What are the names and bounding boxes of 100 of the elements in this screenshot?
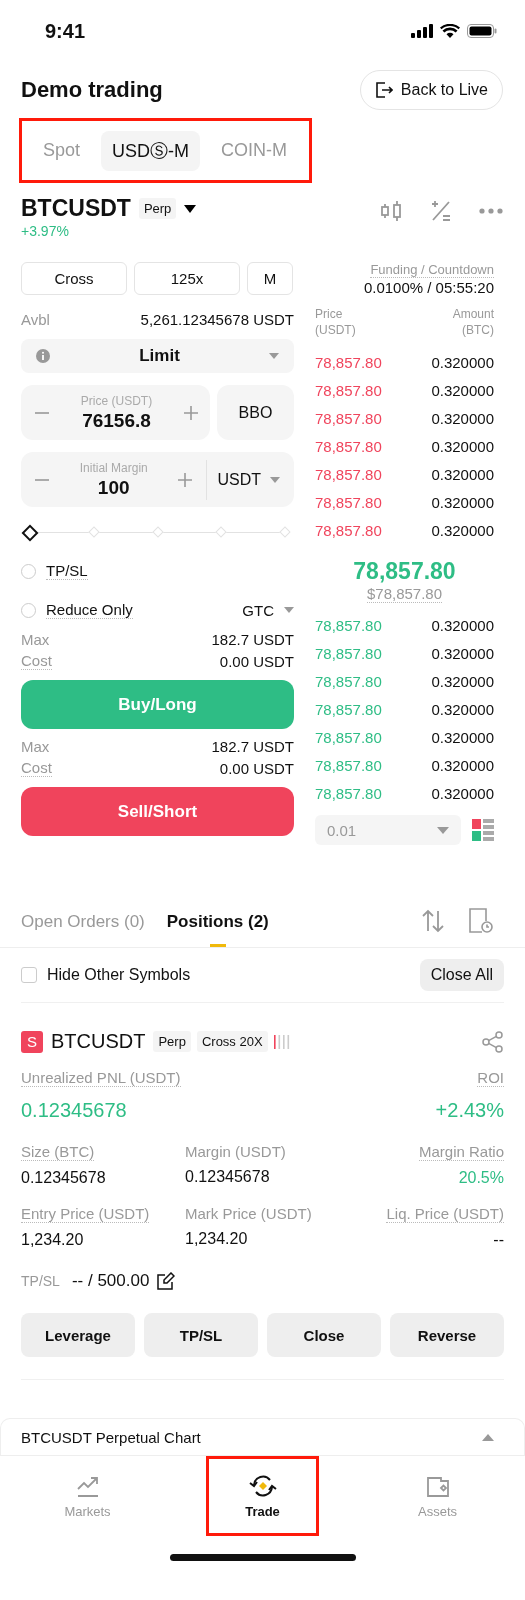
funding-value: 0.0100% / 05:55:20: [363, 279, 494, 296]
ask-price[interactable]: 78,857.80: [315, 521, 382, 539]
ask-amount: 0.320000: [431, 521, 494, 539]
swap-icon: [248, 1473, 277, 1498]
bid-amount: 0.320000: [431, 756, 494, 774]
checkbox[interactable]: [21, 967, 37, 983]
asset-mode-button[interactable]: M: [247, 262, 293, 295]
side-badge: S: [21, 1030, 43, 1053]
ask-price[interactable]: 78,857.80: [315, 381, 382, 399]
status-time: 9:41: [45, 19, 86, 43]
cost-value: 0.00 USDT: [219, 652, 294, 670]
position-tag: Cross 20X: [196, 1031, 268, 1052]
chart-bar[interactable]: BTCUSDT Perpetual Chart: [0, 1418, 525, 1455]
field-value: 0.12345678: [185, 1168, 270, 1186]
caret-icon: [482, 1433, 494, 1441]
max-value: 182.7 USDT: [211, 737, 294, 755]
symbol-name[interactable]: BTCUSDT: [21, 195, 131, 222]
position-action-button[interactable]: Close: [267, 1313, 381, 1357]
caret-icon: [284, 607, 294, 613]
position-action-button[interactable]: Leverage: [21, 1313, 135, 1357]
cost-value: 0.00 USDT: [219, 759, 294, 777]
sort-icon[interactable]: [421, 909, 445, 933]
info-icon: [36, 349, 50, 363]
price-header: Price (USDT): [315, 306, 357, 338]
ask-price[interactable]: 78,857.80: [315, 409, 382, 427]
leverage-multiplier-button[interactable]: 125x: [134, 262, 240, 295]
signal-icon: [411, 24, 433, 38]
time-in-force-select[interactable]: GTC: [242, 601, 294, 619]
caret-icon[interactable]: [184, 204, 197, 213]
field-value: 1,234.20: [185, 1230, 248, 1248]
price-change: +3.97%: [21, 223, 69, 239]
field-value: 0.12345678: [21, 1169, 106, 1187]
bid-amount: 0.320000: [431, 616, 494, 634]
pnl-label: Unrealized PNL (USDT): [21, 1069, 181, 1087]
ask-price[interactable]: 78,857.80: [315, 437, 382, 455]
field-label: Entry Price (USDT): [21, 1205, 150, 1223]
max-value: 182.7 USDT: [211, 630, 294, 648]
chart-title: BTCUSDT Perpetual Chart: [21, 1428, 201, 1446]
ask-amount: 0.320000: [431, 381, 494, 399]
amount-header: Amount (BTC): [451, 306, 494, 338]
option-label[interactable]: TP/SL: [46, 562, 88, 580]
available-value: 5,261.12345678 USDT: [140, 310, 294, 328]
roi-value: +2.43%: [435, 1098, 504, 1122]
bid-amount: 0.320000: [431, 644, 494, 662]
ask-amount: 0.320000: [431, 465, 494, 483]
field-value: 20.5%: [458, 1169, 504, 1187]
max-label: Max: [21, 737, 50, 755]
order-type-select[interactable]: Limit: [21, 339, 294, 373]
exit-icon: [374, 81, 393, 99]
max-label: Max: [21, 630, 50, 648]
checkbox-label[interactable]: Hide Other Symbols: [47, 966, 191, 984]
field-value: --: [493, 1231, 504, 1249]
contract-tag: Perp: [138, 198, 177, 219]
battery-icon: [467, 24, 497, 38]
mark-price: $78,857.80: [366, 585, 443, 603]
margin-mode-button[interactable]: Cross: [21, 262, 127, 295]
ask-price[interactable]: 78,857.80: [315, 353, 382, 371]
roi-label: ROI: [477, 1069, 504, 1087]
document-clock-icon[interactable]: [469, 908, 493, 934]
bid-amount: 0.320000: [431, 728, 494, 746]
bid-amount: 0.320000: [431, 672, 494, 690]
field-label: Size (BTC): [21, 1143, 95, 1161]
ask-price[interactable]: 78,857.80: [315, 493, 382, 511]
margin-field[interactable]: Initial Margin 100 USDT: [21, 452, 294, 507]
last-price: 78,857.80: [353, 558, 456, 585]
nav-tab[interactable]: Trade: [206, 1456, 319, 1536]
orders-tab[interactable]: Positions (2): [166, 895, 269, 947]
wifi-icon: [440, 24, 460, 38]
position-symbol: BTCUSDT: [51, 1030, 146, 1053]
page-title: Demo trading: [21, 77, 163, 103]
market-tab[interactable]: USDⓈ-M: [101, 130, 201, 171]
caret-icon: [270, 476, 280, 483]
plus-icon[interactable]: [178, 472, 193, 487]
bid-amount: 0.320000: [431, 700, 494, 718]
bid-amount: 0.320000: [431, 784, 494, 802]
funding-label: Funding / Countdown: [370, 262, 494, 278]
sell-short-button[interactable]: Sell/Short: [21, 787, 294, 836]
close-all-button[interactable]: Close All: [419, 959, 504, 991]
position-action-button[interactable]: TP/SL: [144, 1313, 258, 1357]
calculator-icon[interactable]: [429, 199, 453, 223]
book-layout-icon[interactable]: [472, 819, 494, 841]
field-value: 1,234.20: [21, 1231, 84, 1249]
ask-amount: 0.320000: [431, 353, 494, 371]
option-label[interactable]: Reduce Only: [46, 601, 133, 619]
ask-amount: 0.320000: [431, 437, 494, 455]
caret-icon: [269, 353, 279, 359]
edit-icon[interactable]: [157, 1272, 176, 1290]
pnl-value: 0.12345678: [21, 1098, 127, 1122]
price-field[interactable]: Price (USDT) 76156.8: [21, 385, 210, 440]
ask-amount: 0.320000: [431, 493, 494, 511]
more-icon[interactable]: [479, 208, 503, 214]
ask-price[interactable]: 78,857.80: [315, 465, 382, 483]
cost-label: Cost: [21, 652, 52, 670]
candlestick-icon[interactable]: [379, 199, 403, 223]
share-icon[interactable]: [482, 1030, 504, 1053]
risk-bars-icon: [273, 1034, 290, 1049]
position-action-button[interactable]: Reverse: [390, 1313, 504, 1357]
ask-amount: 0.320000: [431, 409, 494, 427]
bbo-button[interactable]: BBO: [217, 385, 294, 440]
plus-icon[interactable]: [184, 405, 198, 420]
